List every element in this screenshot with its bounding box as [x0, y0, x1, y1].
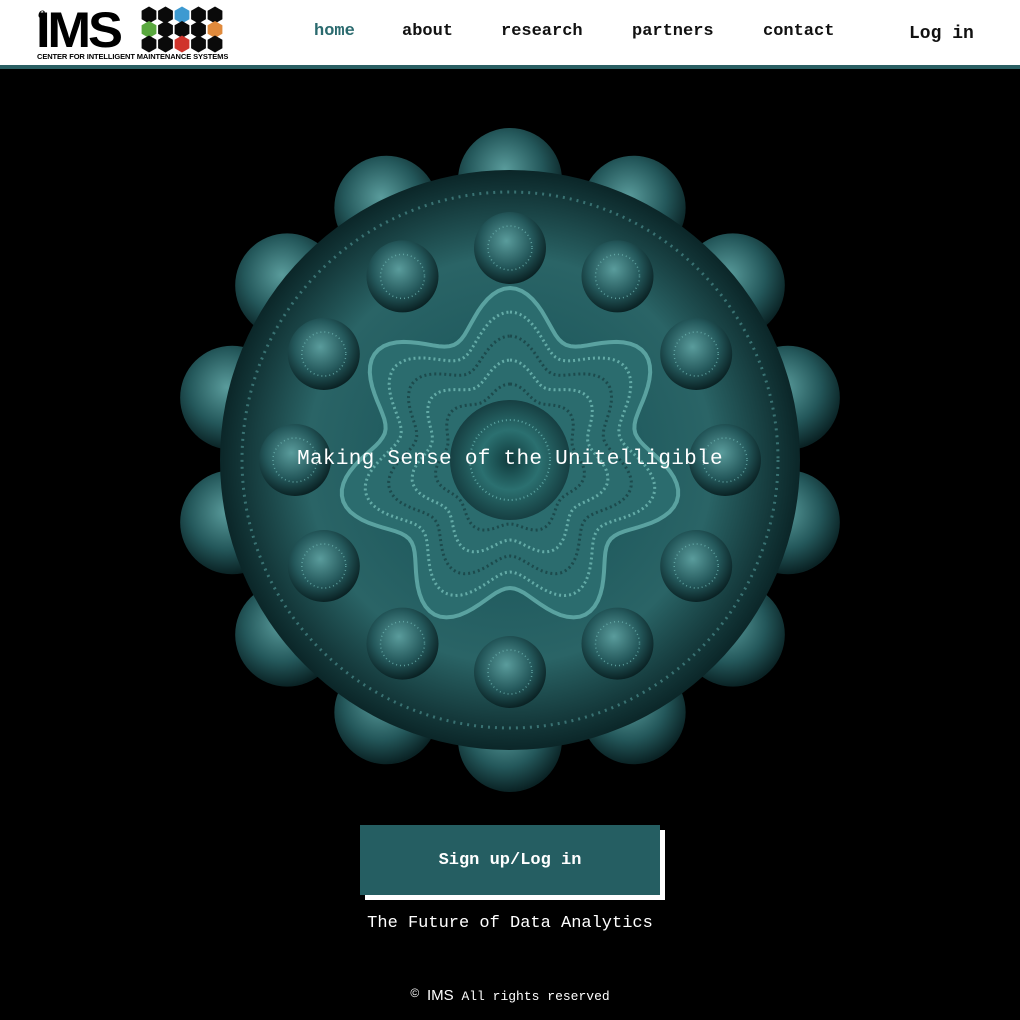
nav-research[interactable]: research: [501, 22, 583, 41]
logo-hexagon: [207, 6, 223, 24]
logo-hexagon: [191, 35, 206, 53]
site-footer: © IMS All rights reserved: [0, 986, 1020, 1004]
logo-hexagon: [191, 6, 206, 24]
logo-hexagon: [207, 21, 223, 38]
logo-hexagon: [174, 21, 190, 38]
mid-bud: [581, 240, 654, 313]
mid-bud: [581, 607, 654, 680]
mid-bud: [474, 636, 546, 708]
hexagon-cluster-icon: [141, 6, 223, 53]
footer-brand: IMS: [426, 987, 454, 1004]
nav-about[interactable]: about: [402, 22, 453, 41]
nav-contact[interactable]: contact: [763, 22, 834, 41]
logo-prefix: e: [38, 5, 46, 22]
ims-logo[interactable]: IMS e CENTER FOR INTELLIGENT MAINTENANCE…: [36, 2, 246, 62]
mid-bud: [287, 318, 360, 390]
mid-bud: [287, 530, 360, 602]
signup-login-button[interactable]: Sign up/Log in: [360, 825, 660, 895]
copyright-symbol: ©: [410, 986, 420, 1000]
logo-hexagon: [207, 35, 223, 53]
mid-bud: [660, 318, 733, 390]
logo-wordmark: IMS: [36, 2, 123, 58]
nav-home[interactable]: home: [314, 22, 355, 41]
logo-subtitle: CENTER FOR INTELLIGENT MAINTENANCE SYSTE…: [37, 52, 229, 61]
hero-tagline: Making Sense of the Unitelligible: [297, 448, 723, 471]
logo-hexagon: [141, 35, 157, 53]
mid-bud: [366, 240, 439, 313]
logo-hexagon: [158, 6, 173, 24]
logo-hexagon: [174, 6, 190, 24]
logo-hexagon: [191, 21, 206, 38]
mid-bud: [474, 212, 546, 284]
logo-hexagon: [141, 6, 157, 24]
logo-hexagon: [141, 21, 157, 38]
mid-bud: [660, 530, 733, 602]
hero-subtitle: The Future of Data Analytics: [367, 914, 653, 933]
logo-hexagon: [174, 35, 190, 53]
mid-bud: [366, 607, 439, 680]
logo-hexagon: [158, 21, 173, 38]
logo-hexagon: [158, 35, 173, 53]
nav-partners[interactable]: partners: [632, 22, 714, 41]
site-header: IMS e CENTER FOR INTELLIGENT MAINTENANCE…: [0, 0, 1020, 65]
footer-rights: All rights reserved: [461, 989, 610, 1004]
header-divider: [0, 65, 1020, 69]
login-link[interactable]: Log in: [909, 24, 974, 44]
